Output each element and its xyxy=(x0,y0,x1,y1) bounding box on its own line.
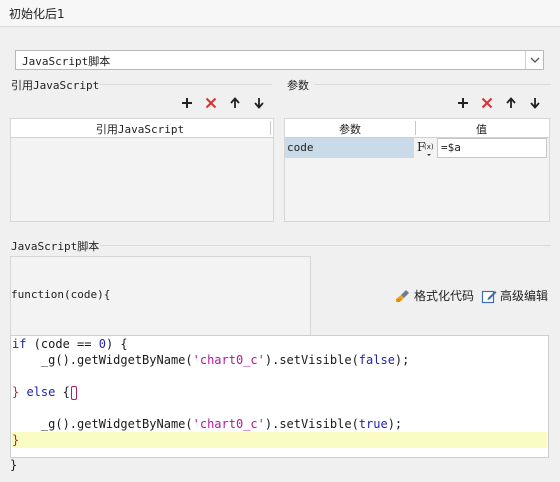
add-icon[interactable] xyxy=(178,94,196,112)
add-icon[interactable] xyxy=(454,94,472,112)
format-code-button[interactable]: 格式化代码 xyxy=(395,287,474,304)
script-type-select[interactable]: JavaScript脚本 xyxy=(15,50,544,70)
params-table-header: 参数 值 xyxy=(285,119,549,138)
advanced-edit-button[interactable]: 高级编辑 xyxy=(481,287,548,304)
code-line-7: } xyxy=(12,432,547,448)
referenced-js-table[interactable]: 引用JavaScript xyxy=(10,118,274,222)
params-section-label: 参数 xyxy=(287,79,309,92)
move-up-icon[interactable] xyxy=(502,94,520,112)
divider xyxy=(100,84,272,85)
broom-icon xyxy=(396,289,409,302)
column-separator xyxy=(270,121,271,135)
delete-icon[interactable] xyxy=(478,94,496,112)
code-line-1: if (code == 0) { xyxy=(12,337,128,351)
param-name-text: code xyxy=(287,141,314,154)
divider xyxy=(100,245,551,246)
code-editor[interactable]: if (code == 0) { _g().getWidgetByName('c… xyxy=(10,335,549,458)
column-header-param: 参数 xyxy=(339,123,361,136)
column-header-value: 值 xyxy=(476,123,487,136)
edit-icon xyxy=(481,290,497,303)
move-down-icon[interactable] xyxy=(526,94,544,112)
delete-icon[interactable] xyxy=(202,94,220,112)
param-name-cell[interactable]: code xyxy=(285,138,414,158)
function-closing-brace: } xyxy=(10,458,18,472)
script-type-value: JavaScript脚本 xyxy=(22,55,111,68)
script-section-label: JavaScript脚本 xyxy=(11,240,100,253)
params-table[interactable]: 参数 值 xyxy=(284,118,550,222)
divider xyxy=(315,84,551,85)
referenced-js-section-label: 引用JavaScript xyxy=(11,79,100,92)
dialog-titlebar: 初始化后1 xyxy=(0,0,560,27)
text-cursor xyxy=(70,385,77,400)
svg-text:(x): (x) xyxy=(424,143,434,151)
param-value-input[interactable]: =$a xyxy=(437,138,547,158)
function-signature: function(code){ xyxy=(11,288,111,301)
dialog-title: 初始化后1 xyxy=(9,7,65,21)
chevron-down-icon[interactable] xyxy=(525,51,543,69)
params-toolbar xyxy=(454,94,544,112)
formula-icon[interactable]: F (x) xyxy=(416,138,436,158)
code-line-4: } else { xyxy=(12,384,547,400)
code-line-6: _g().getWidgetByName('chart0_c').setVisi… xyxy=(12,417,403,431)
move-down-icon[interactable] xyxy=(250,94,268,112)
referenced-js-toolbar xyxy=(178,94,268,112)
code-line-2: _g().getWidgetByName('chart0_c').setVisi… xyxy=(12,353,410,367)
move-up-icon[interactable] xyxy=(226,94,244,112)
column-header-referenced-js: 引用JavaScript xyxy=(95,123,185,136)
referenced-js-table-header: 引用JavaScript xyxy=(11,119,273,138)
advanced-edit-label: 高级编辑 xyxy=(500,289,549,303)
param-value-text: =$a xyxy=(441,141,461,154)
format-code-label: 格式化代码 xyxy=(414,289,475,303)
